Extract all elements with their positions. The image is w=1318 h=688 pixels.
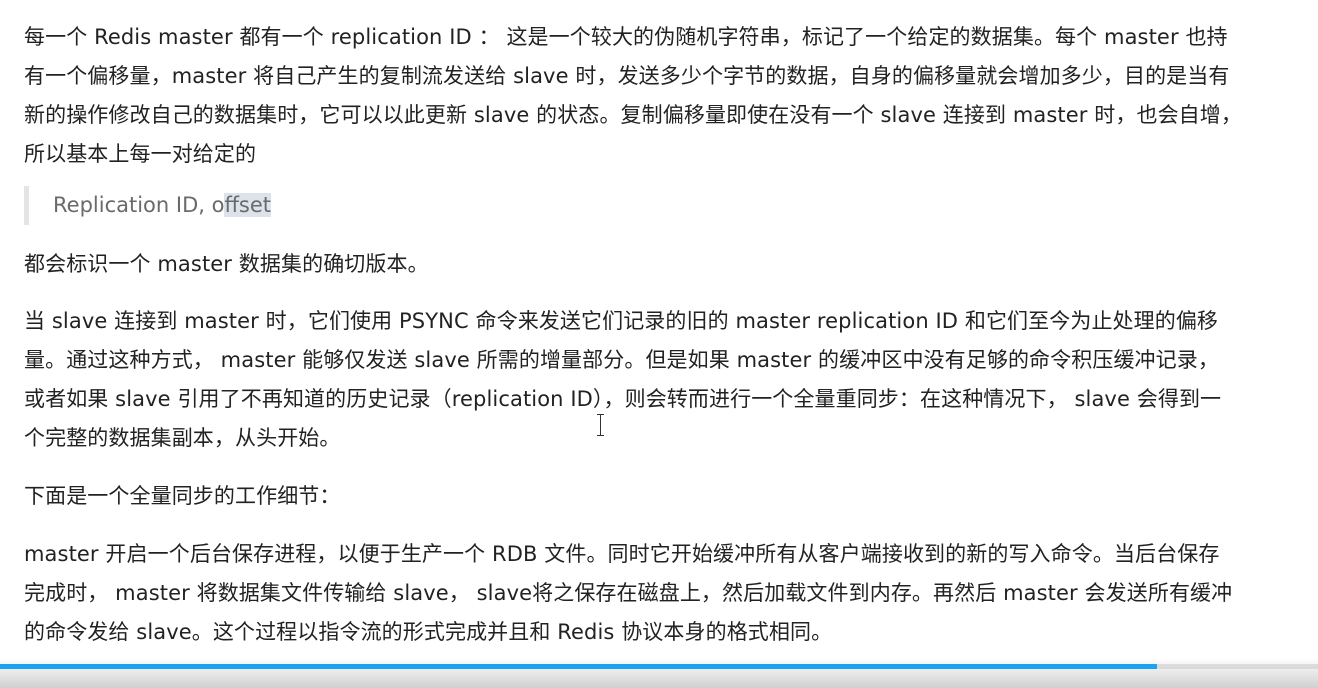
- paragraph-full-sync-heading: 下面是一个全量同步的工作细节：: [24, 484, 341, 508]
- quote-highlighted-text: ffset: [224, 193, 272, 217]
- paragraph-dataset-version: 都会标识一个 master 数据集的确切版本。: [24, 252, 429, 276]
- article-body: 每一个 Redis master 都有一个 replication ID ： 这…: [24, 18, 1264, 652]
- paragraph-psync: 当 slave 连接到 master 时，它们使用 PSYNC 命令来发送它们记…: [24, 309, 1222, 450]
- video-progress-bar[interactable]: [0, 664, 1318, 669]
- paragraph-full-sync-details: master 开启一个后台保存进程，以便于生产一个 RDB 文件。同时它开始缓冲…: [24, 542, 1233, 644]
- blockquote-replication-id-offset: Replication ID, offset: [24, 186, 1264, 225]
- video-controls-overlay: [0, 658, 1318, 688]
- text-cursor-icon: [597, 414, 604, 436]
- paragraph-replication-id: 每一个 Redis master 都有一个 replication ID ： 这…: [24, 25, 1242, 166]
- quote-text: Replication ID, o: [53, 193, 225, 217]
- video-progress-fill: [0, 664, 1158, 669]
